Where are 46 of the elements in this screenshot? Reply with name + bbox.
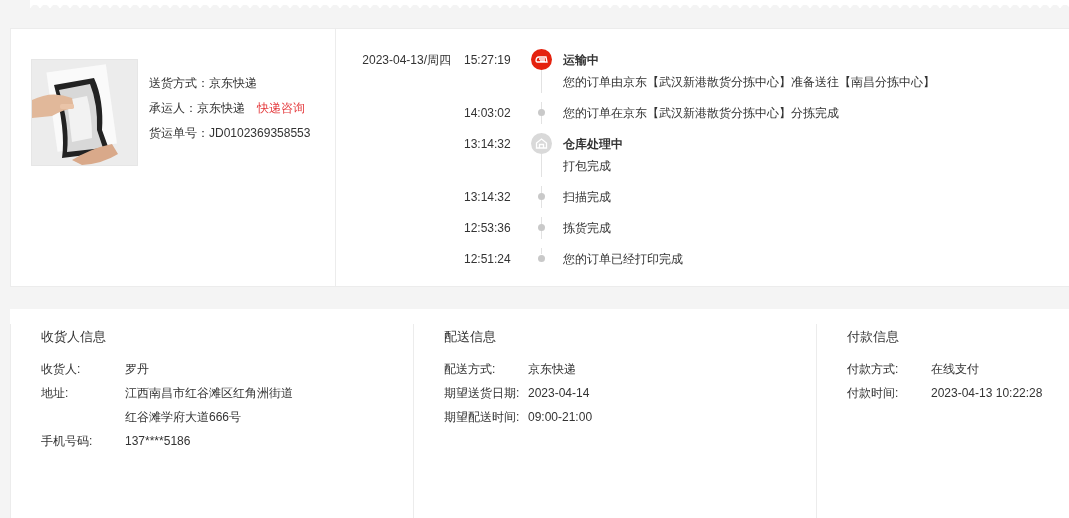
time-text: 13:14:32 [464, 190, 511, 204]
section-title: 付款信息 [847, 328, 900, 346]
field-label: 地址: [41, 386, 69, 400]
field-value: 2023-04-14 [528, 386, 590, 400]
field-label: 期望配送时间: [444, 410, 520, 424]
status-title: 仓库处理中 [563, 136, 623, 153]
field-label: 送货方式： [149, 76, 209, 90]
event-text: 打包完成 [563, 158, 612, 175]
timeline-dot [538, 193, 545, 200]
field-label: 配送方式: [444, 362, 496, 376]
field-label: 承运人： [149, 101, 197, 115]
field-value: 京东快递 [528, 362, 576, 376]
timeline-dot [538, 255, 545, 262]
time-text: 14:03:02 [464, 106, 511, 120]
event-text: 扫描完成 [563, 189, 611, 206]
field-value: 江西南昌市红谷滩区红角洲街道 [125, 386, 293, 400]
field-label: 付款时间: [847, 386, 899, 400]
field-label: 收货人: [41, 362, 81, 376]
section-title: 配送信息 [444, 328, 497, 346]
field-value: 京东快递 [197, 101, 245, 115]
event-text: 拣货完成 [563, 220, 611, 237]
time-text: 12:53:36 [464, 221, 511, 235]
date-text: 2023-04-13/周四 [362, 52, 451, 69]
event-text: 您的订单在京东【武汉新港散货分拣中心】分拣完成 [563, 105, 839, 122]
field-value: 红谷滩学府大道666号 [125, 410, 242, 424]
field-value: 09:00-21:00 [528, 410, 593, 424]
timeline-dot [538, 224, 545, 231]
time-text: 15:27:19 [464, 53, 511, 67]
consult-link[interactable]: 快递咨询 [257, 101, 305, 115]
field-value: 2023-04-13 10:22:28 [931, 386, 1043, 400]
field-label: 货运单号： [149, 126, 209, 140]
section-title: 收货人信息 [41, 328, 107, 346]
field-value: 在线支付 [931, 362, 979, 376]
time-text: 13:14:32 [464, 137, 511, 151]
field-label: 付款方式: [847, 362, 899, 376]
field-value: JD0102369358553 [209, 126, 311, 140]
field-value: 137****5186 [125, 434, 191, 448]
field-value: 京东快递 [209, 76, 257, 90]
time-text: 12:51:24 [464, 252, 511, 266]
event-text: 您的订单已经打印完成 [563, 251, 683, 268]
field-label: 手机号码: [41, 434, 93, 448]
field-value: 罗丹 [125, 362, 149, 376]
timeline-dot [538, 109, 545, 116]
event-text: 您的订单由京东【武汉新港散货分拣中心】准备送往【南昌分拣中心】 [563, 74, 935, 91]
field-label: 期望送货日期: [444, 386, 520, 400]
status-title: 运输中 [563, 52, 600, 69]
